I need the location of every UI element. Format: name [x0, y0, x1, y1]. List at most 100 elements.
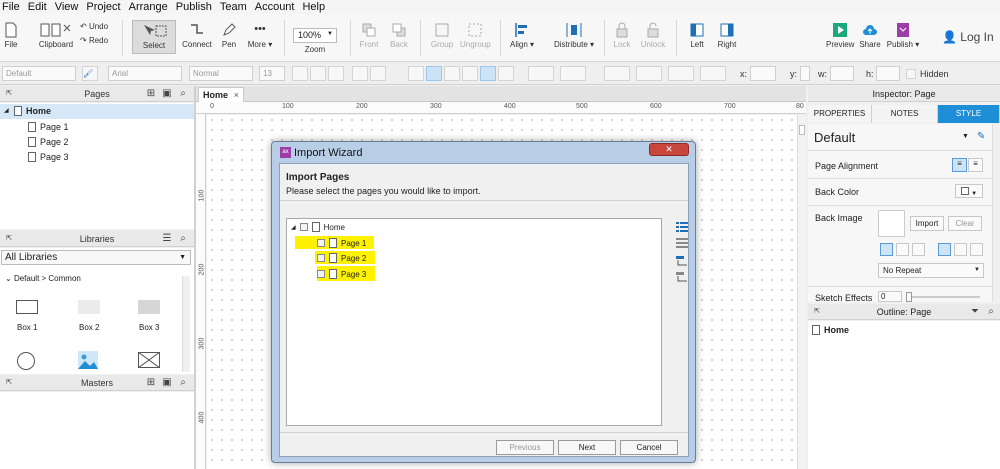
clear-image-button[interactable]: Clear	[948, 216, 982, 231]
search-icon[interactable]: ⌕	[986, 307, 996, 317]
left-panel-button[interactable]: Left	[688, 22, 706, 49]
style-manager-button[interactable]: 🖌	[82, 66, 98, 81]
pen-button[interactable]: Pen	[219, 22, 239, 49]
box-2-widget[interactable]	[78, 300, 100, 314]
hidden-checkbox[interactable]	[906, 69, 916, 79]
library-group[interactable]: ⌄ Default > Common	[5, 274, 81, 283]
y-input[interactable]	[800, 66, 810, 81]
right-panel-button[interactable]: Right	[716, 22, 738, 49]
tree-row-home[interactable]: ◢ Home	[291, 222, 345, 232]
add-folder-icon[interactable]: ▣	[162, 89, 172, 99]
search-icon[interactable]: ⌕	[178, 378, 188, 388]
tab-properties[interactable]: PROPERTIES	[808, 105, 872, 123]
image-align-center[interactable]	[896, 243, 909, 256]
shadow-button[interactable]	[560, 66, 586, 81]
style-select[interactable]: Default	[2, 66, 76, 81]
connect-button[interactable]: Connect	[182, 22, 212, 49]
edit-style-icon[interactable]: ✎	[977, 131, 985, 142]
outline-home[interactable]: Home	[812, 325, 849, 335]
menu-icon[interactable]: ☰	[162, 234, 172, 244]
select-button[interactable]: Select	[132, 20, 176, 54]
sketch-slider[interactable]	[906, 292, 980, 302]
expand-arrow-icon[interactable]: ◢	[291, 224, 296, 231]
align-page-center-button[interactable]: ≡	[968, 158, 983, 172]
zoom-select[interactable]: 100% ▼	[293, 28, 337, 43]
bold-button[interactable]	[292, 66, 308, 81]
image-valign-middle[interactable]	[954, 243, 967, 256]
library-select[interactable]: All Libraries ▼	[1, 250, 191, 265]
align-top-button[interactable]	[462, 66, 478, 81]
checkbox-page-1[interactable]	[317, 239, 325, 247]
italic-button[interactable]	[310, 66, 326, 81]
align-page-left-button[interactable]: ≡	[952, 158, 967, 172]
menu-help[interactable]: Help	[302, 0, 325, 14]
font-size-select[interactable]: 13	[259, 66, 285, 81]
uncheck-children-icon[interactable]	[676, 272, 688, 282]
underline-button[interactable]	[328, 66, 344, 81]
search-icon[interactable]: ⌕	[178, 89, 188, 99]
import-image-button[interactable]: Import	[910, 216, 944, 231]
align-right-button[interactable]	[444, 66, 460, 81]
menu-account[interactable]: Account	[255, 0, 295, 14]
ellipse-widget[interactable]	[17, 352, 35, 370]
w-input[interactable]	[830, 66, 854, 81]
file-button[interactable]: File	[3, 22, 19, 49]
uncheck-all-icon[interactable]	[676, 238, 688, 248]
redo-button[interactable]: ↷ Redo	[80, 36, 116, 45]
close-icon[interactable]: ×	[234, 90, 239, 100]
x-input[interactable]	[750, 66, 776, 81]
distribute-button[interactable]: Distribute ▾	[552, 22, 596, 49]
previous-button[interactable]: Previous	[496, 440, 554, 455]
chevron-down-icon[interactable]: ▼	[962, 133, 969, 140]
menu-edit[interactable]: Edit	[28, 0, 47, 14]
lock-button[interactable]: Lock	[612, 22, 632, 49]
menu-publish[interactable]: Publish	[176, 0, 212, 14]
line-width-button[interactable]	[636, 66, 662, 81]
dialog-close-button[interactable]: ✕	[649, 143, 689, 156]
share-button[interactable]: Share	[858, 22, 882, 49]
page-item[interactable]: Page 3	[28, 152, 69, 162]
login-button[interactable]: 👤 Log In	[942, 30, 994, 44]
menu-file[interactable]: File	[2, 0, 20, 14]
next-button[interactable]: Next	[558, 440, 616, 455]
checkbox-page-2[interactable]	[317, 254, 325, 262]
cancel-button[interactable]: Cancel	[620, 440, 678, 455]
box-3-widget[interactable]	[138, 300, 160, 314]
clipboard-button[interactable]: Clipboard	[36, 22, 76, 49]
canvas-vertical-scrollbar[interactable]	[797, 115, 806, 469]
line-color-button[interactable]	[604, 66, 630, 81]
image-align-right[interactable]	[912, 243, 925, 256]
image-align-left[interactable]	[880, 243, 893, 256]
align-middle-button[interactable]	[480, 66, 496, 81]
libraries-scrollbar[interactable]	[182, 276, 190, 372]
page-item[interactable]: Page 2	[28, 137, 69, 147]
add-folder-icon[interactable]: ▣	[162, 378, 172, 388]
font-select[interactable]: Arial	[108, 66, 182, 81]
page-item[interactable]: Page 1	[28, 122, 69, 132]
menu-view[interactable]: View	[55, 0, 79, 14]
inspector-scrollbar[interactable]	[992, 124, 1000, 302]
checkbox-home[interactable]	[299, 223, 308, 231]
align-button[interactable]: Align ▾	[508, 22, 536, 49]
box-1-widget[interactable]	[16, 300, 38, 314]
align-left-button[interactable]	[408, 66, 424, 81]
filter-icon[interactable]: ⏷	[970, 307, 980, 317]
dialog-titlebar[interactable]: ax Import Wizard	[280, 145, 680, 161]
group-button[interactable]: Group	[428, 22, 456, 49]
align-bottom-button[interactable]	[498, 66, 514, 81]
back-color-picker[interactable]: ▼	[955, 184, 983, 198]
add-master-icon[interactable]: ⊞	[146, 378, 156, 388]
more-button[interactable]: ••• More ▾	[246, 22, 274, 49]
text-color-button[interactable]	[352, 66, 368, 81]
add-page-icon[interactable]: ⊞	[146, 89, 156, 99]
tree-row-page-2[interactable]: Page 2	[317, 253, 366, 263]
line-style-button[interactable]	[668, 66, 694, 81]
repeat-select[interactable]: No Repeat ▼	[878, 263, 984, 278]
check-children-icon[interactable]	[676, 256, 688, 266]
tab-notes[interactable]: NOTES	[872, 105, 938, 123]
menu-arrange[interactable]: Arrange	[129, 0, 168, 14]
image-valign-top[interactable]	[938, 243, 951, 256]
back-button[interactable]: Back	[388, 22, 410, 49]
tree-row-page-1[interactable]: Page 1	[317, 238, 366, 248]
front-button[interactable]: Front	[358, 22, 380, 49]
